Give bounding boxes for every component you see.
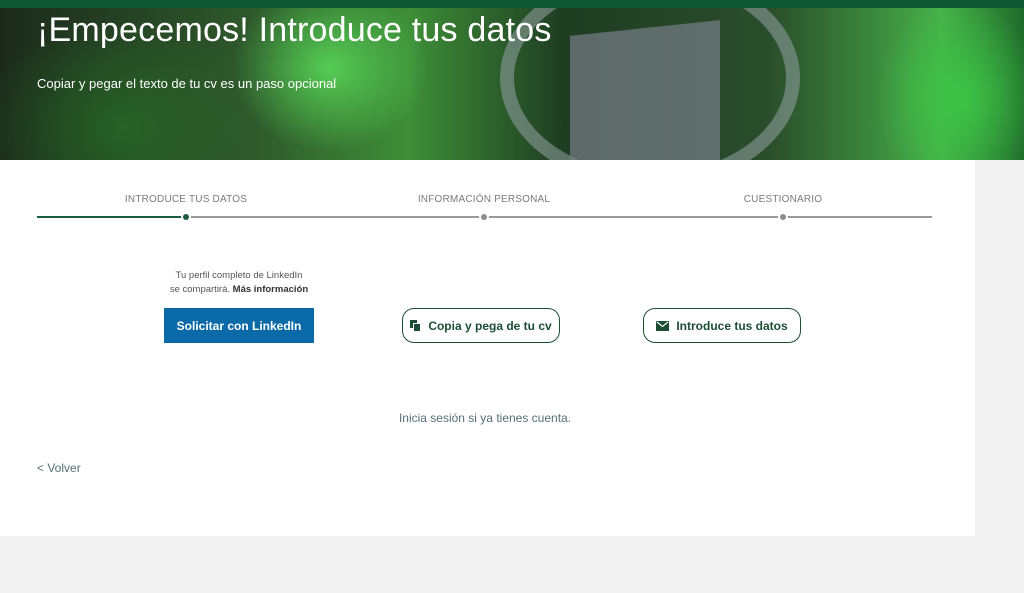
- top-strip: [0, 0, 1024, 8]
- envelope-icon: [656, 320, 670, 331]
- paste-cv-button[interactable]: Copia y pega de tu cv: [402, 308, 560, 343]
- progress-line-remaining: [186, 216, 932, 218]
- paste-cv-label: Copia y pega de tu cv: [428, 318, 552, 333]
- form-card: INTRODUCE TUS DATOS INFORMACIÓN PERSONAL…: [0, 160, 975, 536]
- step-label-personal: INFORMACIÓN PERSONAL: [417, 194, 551, 205]
- hero-decoration-shape: [570, 20, 720, 160]
- step-label-cuestionario: CUESTIONARIO: [743, 194, 823, 205]
- linkedin-apply-button[interactable]: Solicitar con LinkedIn: [164, 308, 314, 343]
- linkedin-note-line2: se compartirá.: [169, 284, 231, 295]
- linkedin-note-line1: Tu perfil completo de LinkedIn: [175, 270, 303, 281]
- manual-entry-button[interactable]: Introduce tus datos: [643, 308, 801, 343]
- step-dot-personal: [479, 212, 489, 222]
- hero-banner: ¡Empecemos! Introduce tus datos Copiar y…: [0, 8, 1024, 160]
- login-link[interactable]: Inicia sesión si ya tienes cuenta.: [0, 411, 970, 425]
- linkedin-note: Tu perfil completo de LinkedIn se compar…: [160, 269, 318, 297]
- page-subtitle: Copiar y pegar el texto de tu cv es un p…: [37, 76, 337, 91]
- step-label-datos: INTRODUCE TUS DATOS: [124, 194, 248, 205]
- step-dot-cuestionario: [778, 212, 788, 222]
- more-info-link[interactable]: Más información: [233, 284, 309, 295]
- progress-steps: INTRODUCE TUS DATOS INFORMACIÓN PERSONAL…: [37, 194, 932, 224]
- manual-entry-label: Introduce tus datos: [676, 318, 788, 333]
- copy-icon: [410, 319, 422, 332]
- page-title: ¡Empecemos! Introduce tus datos: [37, 11, 552, 49]
- step-dot-datos: [181, 212, 191, 222]
- back-link[interactable]: < Volver: [37, 461, 81, 475]
- progress-line-completed: [37, 216, 186, 218]
